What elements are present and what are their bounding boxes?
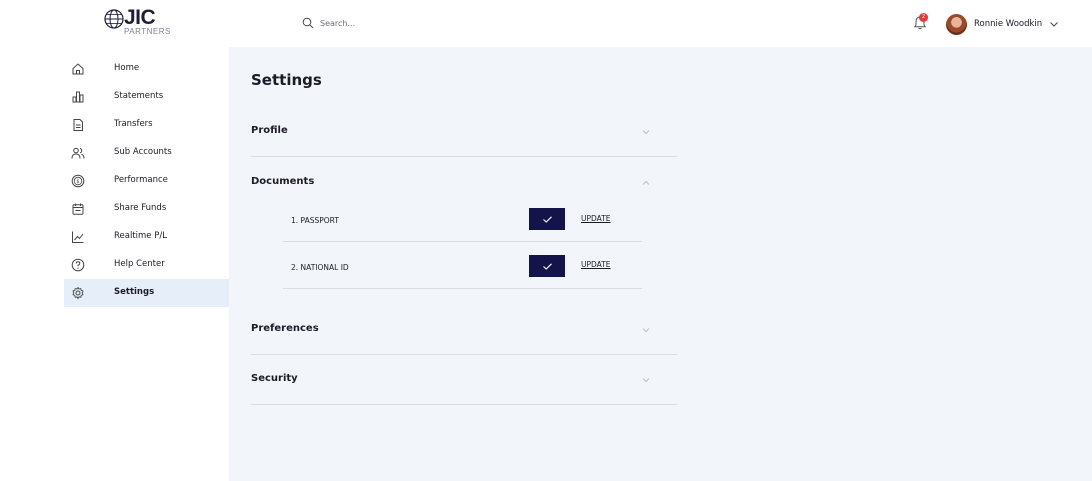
sidebar-item-label: Performance [114, 175, 168, 185]
notification-badge: 2 [919, 13, 928, 22]
main-content: Settings Profile Documents 1. PASSPORT U… [229, 47, 1092, 481]
divider [283, 241, 642, 242]
sidebar-item-label: Statements [114, 91, 164, 101]
verified-check-button[interactable] [529, 255, 565, 277]
sidebar-item-statements[interactable]: Statements [64, 83, 229, 111]
gear-icon [72, 286, 84, 300]
divider [251, 156, 677, 157]
top-bar: JIC PARTNERS 2 Ronnie Woodkin [0, 0, 1092, 47]
update-passport-link[interactable]: UPDATE [581, 214, 611, 223]
divider [251, 354, 677, 355]
sidebar-item-sub-accounts[interactable]: Sub Accounts [64, 139, 229, 167]
sidebar-item-help-center[interactable]: Help Center [64, 251, 229, 279]
section-preferences-header[interactable]: Preferences [251, 321, 677, 341]
globe-logo-icon [104, 9, 124, 29]
sidebar-item-label: Share Funds [114, 203, 167, 213]
brand-subtitle: PARTNERS [124, 27, 171, 36]
search-bar [302, 14, 480, 32]
sidebar-item-label: Help Center [114, 259, 165, 269]
home-icon [72, 63, 84, 75]
section-title: Documents [251, 176, 315, 187]
bar-chart-icon [72, 91, 84, 103]
sidebar-item-transfers[interactable]: Transfers [64, 111, 229, 139]
checkmark-icon [542, 262, 552, 270]
sidebar-item-label: Sub Accounts [114, 147, 172, 157]
chevron-down-icon [642, 130, 650, 135]
calendar-icon [72, 203, 84, 215]
search-icon [302, 17, 314, 29]
checkmark-icon [542, 215, 552, 223]
chevron-down-icon [642, 378, 650, 383]
svg-text:$: $ [76, 179, 79, 185]
verified-check-button[interactable] [529, 208, 565, 230]
sidebar-item-share-funds[interactable]: Share Funds [64, 195, 229, 223]
chevron-down-icon [642, 328, 650, 333]
page-title: Settings [251, 71, 322, 89]
section-title: Preferences [251, 323, 319, 334]
sidebar-item-performance[interactable]: $ Performance [64, 167, 229, 195]
document-icon [73, 119, 83, 131]
sidebar-item-label: Home [114, 63, 140, 73]
sidebar-item-label: Realtime P/L [114, 231, 167, 241]
update-national-id-link[interactable]: UPDATE [581, 260, 611, 269]
sidebar-item-label: Settings [114, 287, 155, 297]
sidebar-item-realtime-pl[interactable]: Realtime P/L [64, 223, 229, 251]
line-chart-icon [72, 231, 84, 243]
logo[interactable]: JIC PARTNERS [104, 6, 171, 37]
help-circle-icon [71, 258, 85, 272]
chevron-down-icon [1050, 22, 1059, 27]
divider [283, 288, 642, 289]
user-name: Ronnie Woodkin [974, 19, 1043, 29]
user-menu[interactable]: Ronnie Woodkin [946, 13, 1059, 35]
section-title: Profile [251, 125, 288, 136]
section-security-header[interactable]: Security [251, 371, 677, 391]
users-icon [71, 147, 85, 159]
document-label: 2. NATIONAL ID [291, 263, 349, 272]
document-label: 1. PASSPORT [291, 216, 339, 225]
sidebar: Home Statements Transfers Sub Accounts $… [0, 47, 229, 481]
sidebar-item-home[interactable]: Home [64, 55, 229, 83]
avatar [946, 13, 967, 35]
dollar-circle-icon: $ [71, 174, 85, 188]
section-title: Security [251, 373, 298, 384]
search-input[interactable] [320, 18, 480, 28]
sidebar-item-settings[interactable]: Settings [64, 279, 229, 307]
divider [251, 404, 677, 405]
sidebar-item-label: Transfers [114, 119, 153, 129]
section-profile-header[interactable]: Profile [251, 123, 677, 143]
section-documents-header[interactable]: Documents [251, 174, 677, 194]
chevron-up-icon [642, 180, 650, 185]
